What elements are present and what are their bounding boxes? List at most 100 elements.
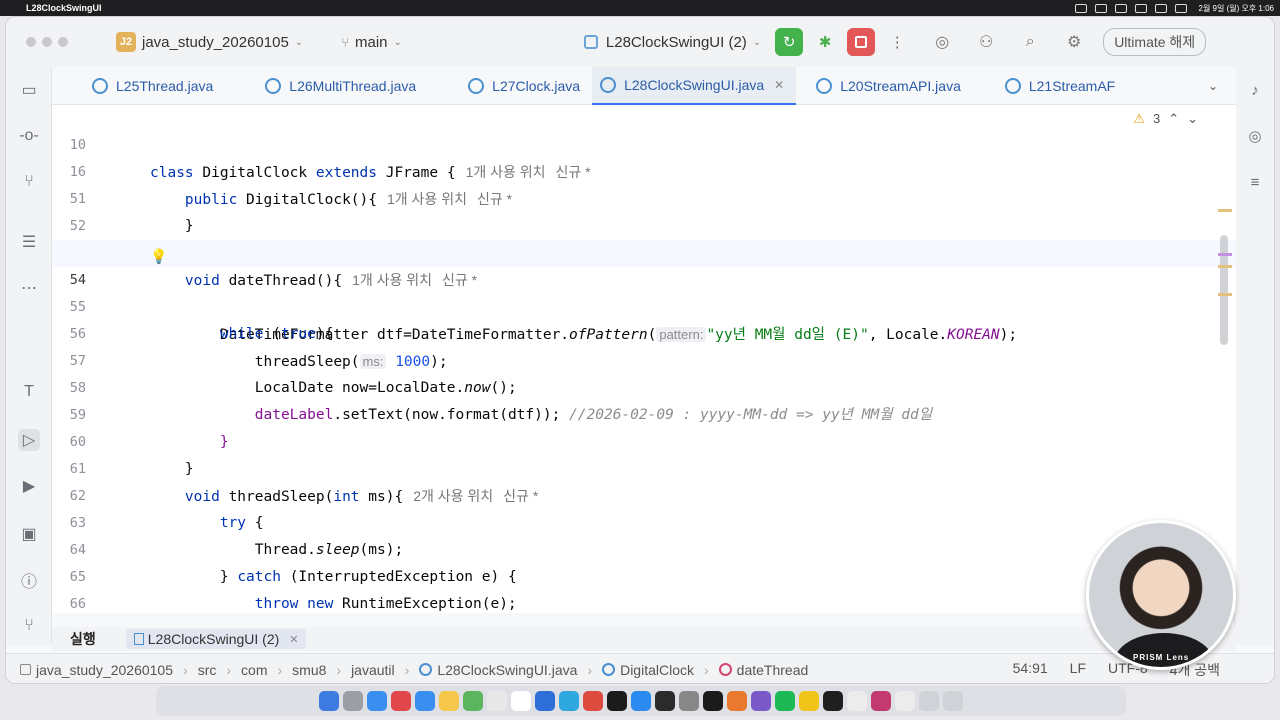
add-user-button[interactable]: ⚇ — [973, 29, 999, 55]
structure-icon[interactable]: ☰ — [18, 231, 40, 253]
close-icon[interactable]: ✕ — [774, 78, 784, 92]
ai-chat-icon[interactable]: ◎ — [1244, 125, 1266, 147]
breadcrumb-item[interactable]: src — [198, 662, 217, 678]
chevron-up-icon[interactable]: ⌃ — [1168, 105, 1179, 132]
code-editor[interactable]: 10 class DigitalClock extends JFrame {1개… — [52, 105, 1236, 613]
folder-icon[interactable]: ▭ — [18, 79, 40, 101]
telegram-icon[interactable] — [559, 691, 579, 711]
search-icon[interactable] — [1174, 3, 1187, 13]
stop-icon — [855, 36, 868, 48]
commit-icon[interactable]: -o- — [18, 125, 40, 147]
menubar-clock[interactable]: 2월 9일 (월) 오후 1:06 — [1199, 3, 1275, 14]
spotify-icon[interactable] — [775, 691, 795, 711]
wifi-icon[interactable] — [1154, 3, 1167, 13]
intellij-icon[interactable] — [871, 691, 891, 711]
tab-l28clockswingui[interactable]: L28ClockSwingUI.java ✕ — [592, 66, 797, 105]
run-tool-icon[interactable]: ▷ — [18, 429, 40, 451]
chevron-down-icon[interactable]: ⌄ — [1187, 105, 1198, 132]
breadcrumb-item[interactable]: java_study_20260105 — [36, 662, 173, 678]
status-icon[interactable] — [1114, 3, 1127, 13]
project-badge: J2 — [116, 32, 136, 52]
breadcrumb-item[interactable]: DigitalClock — [620, 662, 694, 678]
finder-icon[interactable] — [319, 691, 339, 711]
hammer-icon[interactable]: T — [18, 381, 40, 403]
app-icon[interactable] — [799, 691, 819, 711]
branch-selector[interactable]: ⑂ main ⌄ — [341, 34, 402, 51]
scroll-marker[interactable] — [1218, 265, 1232, 268]
tab-l27clock[interactable]: L27Clock.java — [428, 67, 592, 105]
scroll-marker[interactable] — [1218, 293, 1232, 296]
obs-icon[interactable] — [703, 691, 723, 711]
status-icon[interactable] — [1134, 3, 1147, 13]
stop-button[interactable] — [847, 28, 876, 56]
notes-icon[interactable] — [439, 691, 459, 711]
preview-icon[interactable] — [895, 691, 915, 711]
problems-icon[interactable]: ⓘ — [18, 569, 40, 591]
safari-icon[interactable] — [367, 691, 387, 711]
breadcrumb-item[interactable]: dateThread — [737, 662, 809, 678]
git-icon[interactable]: ⑂ — [18, 615, 40, 637]
breadcrumb-item[interactable]: smu8 — [292, 662, 326, 678]
pull-request-icon[interactable]: ⑂ — [18, 171, 40, 193]
close-window-button[interactable] — [26, 37, 36, 47]
tab-label: L25Thread.java — [116, 77, 214, 94]
status-icon[interactable] — [1074, 3, 1087, 13]
project-selector[interactable]: J2 java_study_20260105 ⌄ — [116, 32, 303, 52]
status-icon[interactable] — [1094, 3, 1107, 13]
tab-l25thread[interactable]: L25Thread.java — [52, 67, 225, 105]
caret-position[interactable]: 54:91 — [1013, 660, 1048, 680]
breadcrumb-item[interactable]: javautil — [351, 662, 395, 678]
scroll-marker[interactable] — [1218, 209, 1232, 212]
launchpad-icon[interactable] — [343, 691, 363, 711]
line-separator[interactable]: LF — [1070, 660, 1086, 680]
tab-l26multithread[interactable]: L26MultiThread.java — [225, 67, 428, 105]
facetime-icon[interactable] — [463, 691, 483, 711]
notifications-icon[interactable]: ♪ — [1244, 79, 1266, 101]
chatgpt-icon[interactable] — [847, 691, 867, 711]
scroll-marker[interactable] — [1218, 253, 1232, 256]
ai-assistant-button[interactable]: ◎ — [929, 29, 955, 55]
more-actions-button[interactable]: ⋮ — [883, 28, 911, 56]
ultimate-unlock-button[interactable]: Ultimate 해제 — [1103, 28, 1207, 56]
tab-l20streamapi[interactable]: L20StreamAPI.java — [796, 67, 973, 105]
minimize-window-button[interactable] — [42, 37, 52, 47]
rerun-button[interactable]: ↻ — [775, 28, 804, 56]
editor-vertical-scrollbar[interactable] — [1220, 235, 1228, 345]
breadcrumb-item[interactable]: L28ClockSwingUI.java — [437, 662, 577, 678]
run-configuration-selector[interactable]: L28ClockSwingUI (2) ⌄ — [583, 33, 761, 51]
appstore-icon[interactable] — [631, 691, 651, 711]
inspection-widget[interactable]: ⚠ 3 ⌃ ⌄ — [1133, 105, 1198, 132]
terminal-icon[interactable]: ▣ — [18, 523, 40, 545]
trash-icon[interactable] — [943, 691, 963, 711]
tab-list-chevron-icon[interactable]: ⌄ — [1208, 79, 1218, 93]
database-icon[interactable]: ≡ — [1244, 171, 1266, 193]
menubar-app-name[interactable]: L28ClockSwingUI — [26, 3, 102, 13]
settings-icon[interactable] — [679, 691, 699, 711]
close-icon[interactable]: ✕ — [289, 633, 298, 646]
app-icon[interactable] — [751, 691, 771, 711]
tab-label: L20StreamAPI.java — [840, 77, 961, 94]
code-line: 10 class DigitalClock extends JFrame {1개… — [52, 105, 1236, 181]
terminal-icon[interactable] — [655, 691, 675, 711]
settings-button[interactable]: ⚙ — [1061, 29, 1087, 55]
run-tab[interactable]: L28ClockSwingUI (2) ✕ — [125, 629, 307, 649]
breadcrumb-item[interactable]: com — [241, 662, 267, 678]
tab-l21streamapi[interactable]: L21StreamAF — [973, 67, 1127, 105]
zoom-window-button[interactable] — [58, 37, 68, 47]
calendar-icon[interactable] — [511, 691, 531, 711]
mail-icon[interactable] — [415, 691, 435, 711]
chrome-icon[interactable] — [583, 691, 603, 711]
app-icon[interactable] — [391, 691, 411, 711]
apple-icon[interactable] — [6, 3, 16, 13]
debug-button[interactable]: ✱ — [811, 28, 839, 56]
more-horizontal-icon[interactable]: ⋯ — [18, 277, 40, 299]
app-icon[interactable] — [727, 691, 747, 711]
run-configuration-name: L28ClockSwingUI (2) — [605, 33, 747, 51]
photos-icon[interactable] — [487, 691, 507, 711]
appletv-icon[interactable] — [607, 691, 627, 711]
services-icon[interactable]: ▶ — [18, 475, 40, 497]
document-icon[interactable] — [919, 691, 939, 711]
epic-games-icon[interactable] — [823, 691, 843, 711]
vscode-icon[interactable] — [535, 691, 555, 711]
search-everywhere-button[interactable]: ⌕ — [1017, 29, 1043, 55]
